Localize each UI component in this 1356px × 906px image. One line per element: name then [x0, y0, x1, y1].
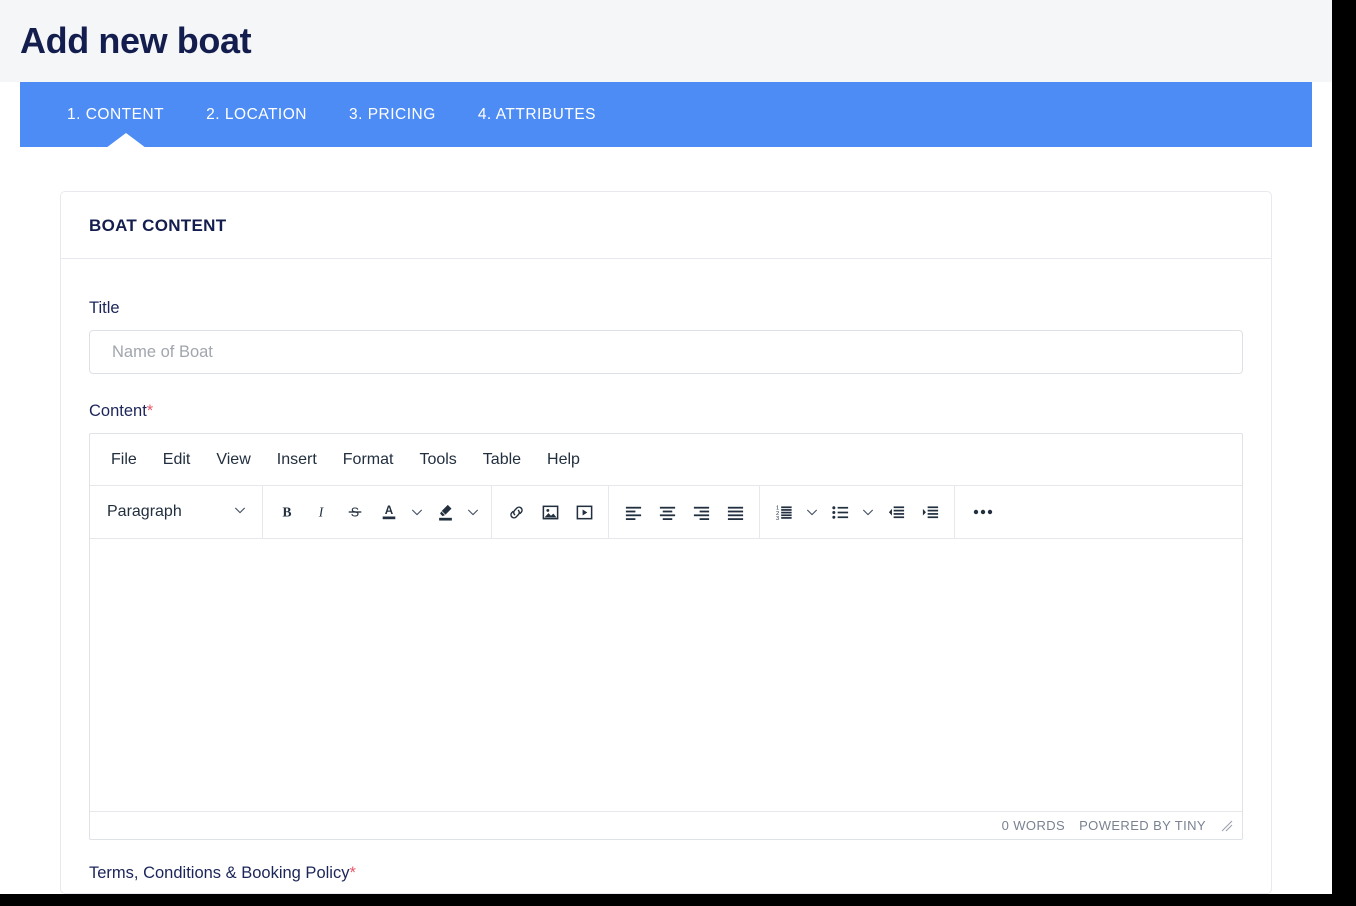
title-field-group: Title — [89, 299, 1243, 374]
editor-body[interactable] — [90, 539, 1242, 811]
menu-file[interactable]: File — [98, 446, 150, 474]
card-body: Title Content* File Edit View Insert For… — [61, 259, 1271, 893]
bullet-list-button[interactable] — [823, 495, 857, 529]
card-title: BOAT CONTENT — [89, 216, 227, 235]
insert-media-button[interactable] — [567, 495, 601, 529]
menu-insert[interactable]: Insert — [264, 446, 330, 474]
title-input[interactable] — [89, 330, 1243, 374]
content-field-group: Content* File Edit View Insert Format To… — [89, 402, 1243, 840]
toolbar-group-align — [609, 486, 760, 538]
insert-image-button[interactable] — [533, 495, 567, 529]
menu-format[interactable]: Format — [330, 446, 407, 474]
text-color-button[interactable]: A — [372, 495, 406, 529]
numbered-list-chevron-down-icon[interactable] — [801, 495, 823, 529]
svg-text:A: A — [385, 504, 394, 517]
rich-text-editor: File Edit View Insert Format Tools Table… — [89, 433, 1243, 840]
decrease-indent-button[interactable] — [879, 495, 913, 529]
wizard-tabstrip-wrapper: 1. CONTENT 2. LOCATION 3. PRICING 4. ATT… — [0, 82, 1332, 148]
block-format-select[interactable]: Paragraph — [97, 495, 255, 529]
word-count: 0 WORDS — [1001, 818, 1066, 833]
title-label: Title — [89, 299, 120, 317]
more-options-button[interactable] — [962, 495, 1004, 529]
menu-tools[interactable]: Tools — [406, 446, 469, 474]
content-label: Content* — [89, 402, 1243, 421]
highlight-color-button[interactable] — [428, 495, 462, 529]
insert-link-button[interactable] — [499, 495, 533, 529]
numbered-list-button[interactable]: 1 2 3 — [767, 495, 801, 529]
page-header: Add new boat — [0, 0, 1332, 82]
menu-help[interactable]: Help — [534, 446, 593, 474]
terms-required-asterisk: * — [349, 864, 356, 882]
toolbar-group-lists: 1 2 3 — [760, 486, 955, 538]
tab-pricing[interactable]: 3. PRICING — [335, 82, 450, 147]
editor-menubar: File Edit View Insert Format Tools Table… — [90, 434, 1242, 486]
tab-attributes[interactable]: 4. ATTRIBUTES — [464, 82, 610, 147]
main-content: BOAT CONTENT Title Content* File Edit — [0, 147, 1332, 894]
boat-content-card: BOAT CONTENT Title Content* File Edit — [60, 191, 1272, 894]
editor-statusbar: 0 WORDS POWERED BY TINY — [90, 811, 1242, 839]
card-header: BOAT CONTENT — [61, 192, 1271, 259]
italic-button[interactable]: I — [304, 495, 338, 529]
align-left-button[interactable] — [616, 495, 650, 529]
svg-text:B: B — [282, 505, 291, 520]
active-tab-indicator-arrow — [106, 133, 146, 148]
highlight-color-chevron-down-icon[interactable] — [462, 495, 484, 529]
svg-text:I: I — [318, 505, 325, 520]
wizard-tabstrip: 1. CONTENT 2. LOCATION 3. PRICING 4. ATT… — [20, 82, 1312, 148]
increase-indent-button[interactable] — [913, 495, 947, 529]
tiny-branding[interactable]: POWERED BY TINY — [1079, 818, 1206, 833]
editor-toolbar: Paragraph B I A 1 2 3 — [90, 486, 1242, 539]
menu-view[interactable]: View — [203, 446, 263, 474]
align-center-button[interactable] — [650, 495, 684, 529]
toolbar-group-blockformat: Paragraph — [90, 486, 263, 538]
strikethrough-button[interactable]: S — [338, 495, 372, 529]
terms-label: Terms, Conditions & Booking Policy* — [89, 840, 1243, 883]
app-viewport: Add new boat 1. CONTENT 2. LOCATION 3. P… — [0, 0, 1332, 894]
terms-label-text: Terms, Conditions & Booking Policy — [89, 864, 350, 882]
editor-resize-handle-icon[interactable] — [1220, 819, 1234, 833]
block-format-value: Paragraph — [107, 503, 182, 520]
bullet-list-chevron-down-icon[interactable] — [857, 495, 879, 529]
svg-text:3: 3 — [775, 516, 778, 522]
menu-table[interactable]: Table — [470, 446, 534, 474]
chevron-down-icon — [233, 503, 247, 522]
page-title: Add new boat — [20, 20, 252, 61]
menu-edit[interactable]: Edit — [150, 446, 204, 474]
tab-location[interactable]: 2. LOCATION — [192, 82, 321, 147]
content-label-text: Content — [89, 402, 147, 420]
toolbar-group-textstyle: B I S — [263, 486, 492, 538]
content-required-asterisk: * — [146, 402, 154, 420]
bold-button[interactable]: B — [270, 495, 304, 529]
toolbar-group-insert — [492, 486, 609, 538]
align-right-button[interactable] — [684, 495, 718, 529]
toolbar-group-more — [955, 486, 1011, 538]
align-justify-button[interactable] — [718, 495, 752, 529]
text-color-chevron-down-icon[interactable] — [406, 495, 428, 529]
